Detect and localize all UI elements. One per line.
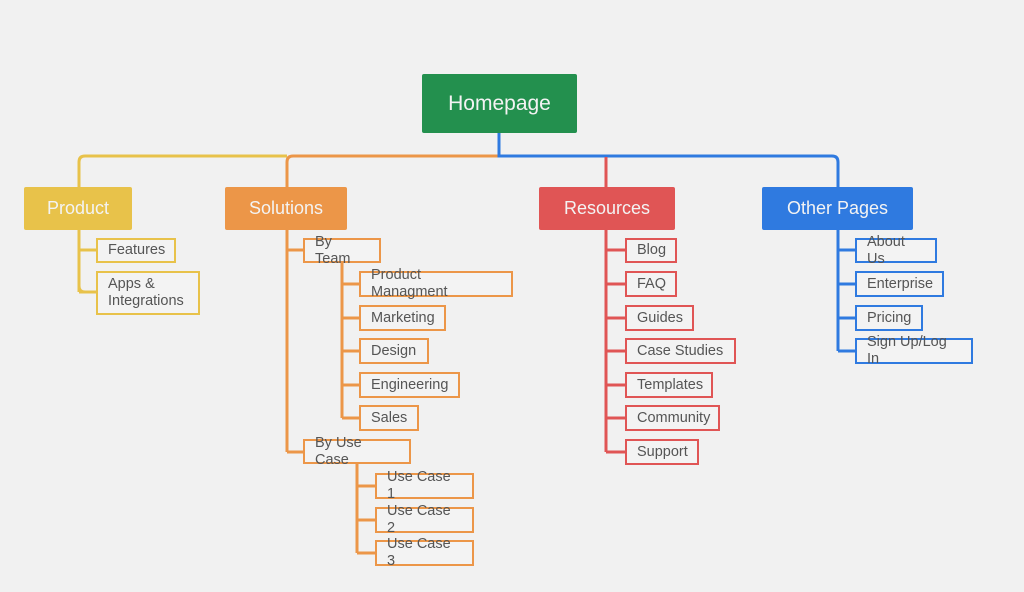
team-child-design[interactable]: Design — [359, 338, 429, 364]
connector-solutions — [285, 154, 499, 188]
team-child-sales[interactable]: Sales — [359, 405, 419, 431]
resources-child-templates[interactable]: Templates — [625, 372, 713, 398]
product-child-apps-integrations[interactable]: Apps & Integrations — [96, 271, 200, 315]
other-pages-child-sign-up-log-in[interactable]: Sign Up/Log In — [855, 334, 973, 367]
team-child-engineering[interactable]: Engineering — [359, 372, 460, 398]
use-case-child-2[interactable]: Use Case 2 — [375, 503, 474, 536]
connector-by-team-children — [340, 262, 359, 420]
other-pages-child-pricing[interactable]: Pricing — [855, 305, 923, 331]
solutions-group-by-team[interactable]: By Team — [303, 234, 381, 267]
product-node[interactable]: Product — [24, 187, 132, 230]
connector-product — [77, 154, 287, 188]
connector-solutions-children — [285, 230, 303, 454]
resources-child-support[interactable]: Support — [625, 439, 699, 465]
product-child-features[interactable]: Features — [96, 238, 176, 263]
resources-node[interactable]: Resources — [539, 187, 675, 230]
solutions-group-by-use-case[interactable]: By Use Case — [303, 435, 411, 468]
connector-by-use-case-children — [355, 463, 375, 555]
team-child-product-management[interactable]: Product Managment — [359, 267, 513, 300]
resources-child-case-studies[interactable]: Case Studies — [625, 338, 736, 364]
use-case-child-3[interactable]: Use Case 3 — [375, 536, 474, 569]
connector-other-pages-children — [836, 230, 855, 353]
other-pages-child-about-us[interactable]: About Us — [855, 234, 937, 267]
other-pages-node[interactable]: Other Pages — [762, 187, 913, 230]
connector-root — [497, 133, 840, 188]
connector-resources-children — [604, 230, 625, 454]
connector-product-children — [77, 230, 96, 294]
resources-child-community[interactable]: Community — [625, 405, 720, 431]
resources-child-faq[interactable]: FAQ — [625, 271, 677, 297]
other-pages-child-enterprise[interactable]: Enterprise — [855, 271, 944, 297]
resources-child-guides[interactable]: Guides — [625, 305, 694, 331]
resources-child-blog[interactable]: Blog — [625, 238, 677, 263]
solutions-node[interactable]: Solutions — [225, 187, 347, 230]
homepage-node[interactable]: Homepage — [422, 74, 577, 133]
use-case-child-1[interactable]: Use Case 1 — [375, 469, 474, 502]
team-child-marketing[interactable]: Marketing — [359, 305, 446, 331]
